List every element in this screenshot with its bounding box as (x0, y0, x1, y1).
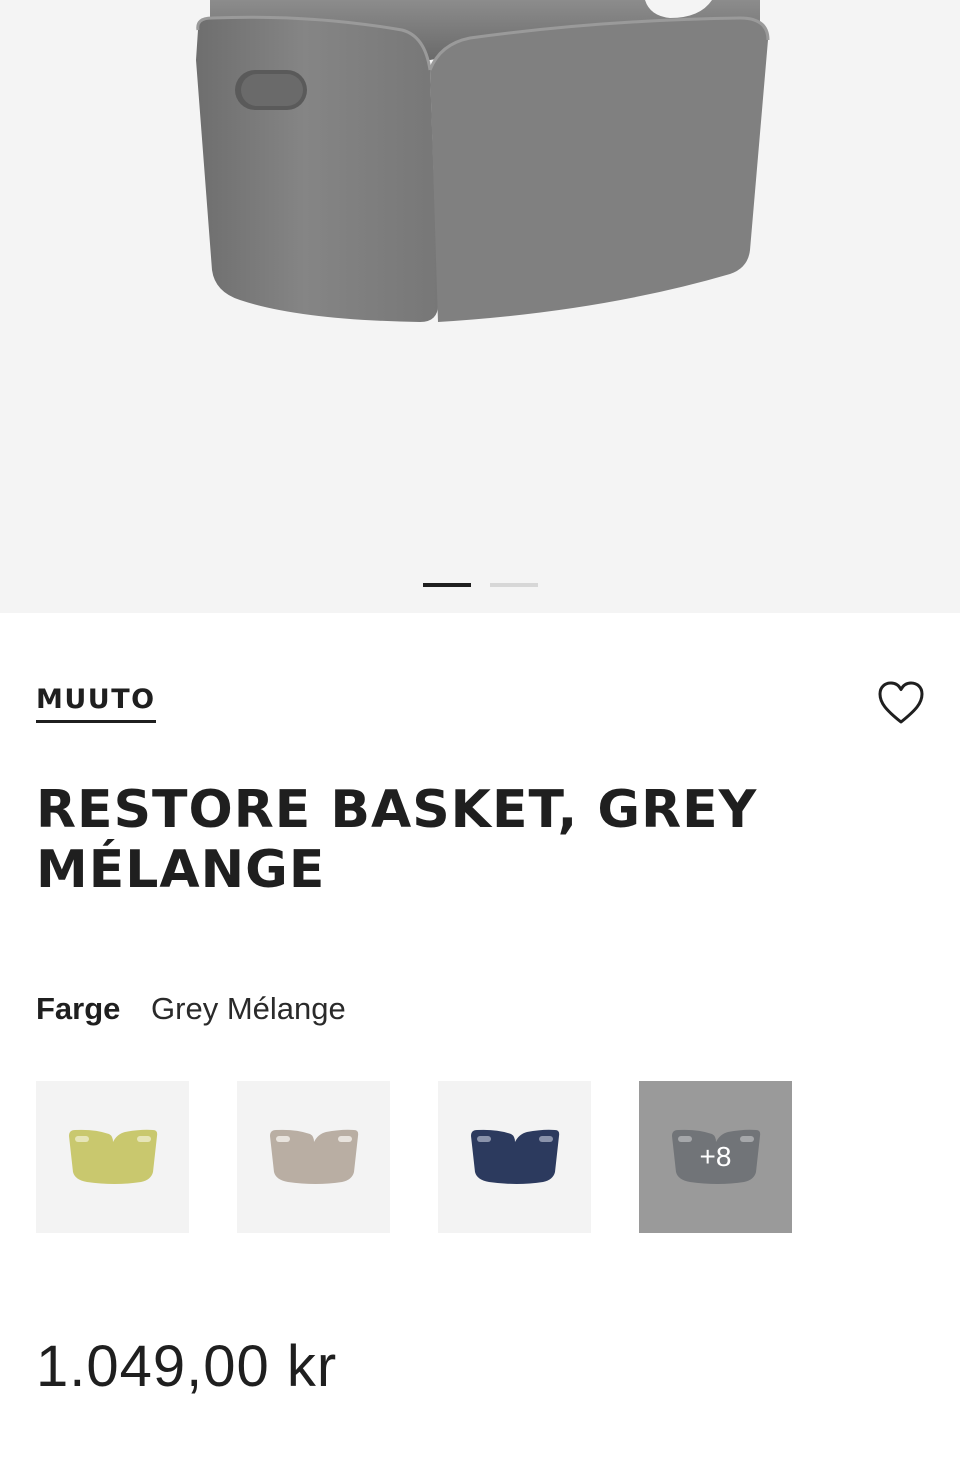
gallery-dot-2[interactable] (489, 583, 538, 587)
color-value: Grey Mélange (151, 991, 346, 1026)
color-label: Farge (36, 991, 121, 1026)
heart-outline-icon (878, 681, 924, 724)
gallery-dot-1[interactable] (422, 583, 471, 587)
swatch-sand[interactable] (237, 1081, 390, 1233)
brand-link[interactable]: MUUTO (36, 686, 156, 723)
swatch-olive[interactable] (36, 1081, 189, 1233)
swatch-more-button[interactable]: +8 (639, 1081, 792, 1233)
gallery-pagination (0, 583, 960, 587)
favorite-button[interactable] (876, 680, 926, 726)
color-swatches: +8 (36, 1081, 792, 1233)
basket-thumbnail (269, 1129, 358, 1184)
product-price: 1.049,00 kr (36, 1334, 338, 1399)
basket-thumbnail (470, 1129, 559, 1184)
product-image-gallery[interactable] (0, 0, 960, 613)
basket-thumbnail (68, 1129, 157, 1184)
product-title: RESTORE BASKET, GREY MÉLANGE (36, 780, 758, 900)
swatch-navy[interactable] (438, 1081, 591, 1233)
product-image (196, 0, 770, 322)
color-selection: Farge Grey Mélange (36, 990, 346, 1028)
more-colors-count: +8 (699, 1141, 732, 1172)
